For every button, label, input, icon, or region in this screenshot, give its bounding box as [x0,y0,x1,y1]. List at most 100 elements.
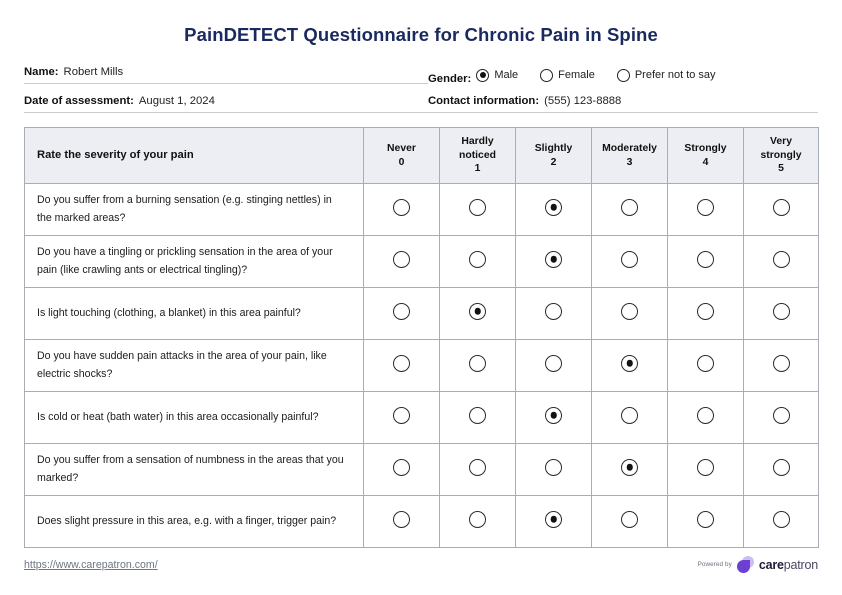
column-header-slightly: Slightly 2 [515,127,592,184]
rating-cell[interactable] [363,339,440,392]
rating-cell[interactable] [363,391,440,444]
rating-cell[interactable] [667,443,744,496]
radio-icon[interactable] [393,302,410,320]
rating-cell[interactable] [515,391,592,444]
rating-cell[interactable] [667,495,744,548]
rating-cell[interactable] [515,287,592,340]
rating-cell[interactable] [439,287,516,340]
rating-cell[interactable] [743,391,819,444]
rating-cell[interactable] [439,391,516,444]
radio-icon[interactable] [697,458,714,476]
radio-icon[interactable] [772,510,790,528]
date-of-assessment-field[interactable]: Date of assessment: August 1, 2024 [24,95,428,113]
radio-icon[interactable] [621,510,638,528]
radio-icon[interactable] [772,354,790,372]
radio-icon[interactable] [545,354,562,372]
rating-cell[interactable] [667,339,744,392]
gender-option-prefer-not-to-say[interactable]: Prefer not to say [616,68,716,82]
radio-icon-selected[interactable] [545,510,562,528]
name-field[interactable]: Name: Robert Mills [24,66,428,84]
radio-icon[interactable] [697,406,714,424]
radio-icon[interactable] [393,510,410,528]
rating-cell[interactable] [439,443,516,496]
rating-cell[interactable] [667,287,744,340]
radio-icon[interactable] [545,302,562,320]
radio-icon[interactable] [469,198,486,216]
rating-cell[interactable] [667,183,744,236]
radio-icon[interactable] [697,302,714,320]
rating-cell[interactable] [515,443,592,496]
rating-cell[interactable] [591,391,668,444]
rating-cell[interactable] [363,235,440,288]
gender-option-male[interactable]: Male [476,68,519,82]
radio-icon[interactable] [697,354,714,372]
rating-cell[interactable] [743,183,819,236]
contact-information-field[interactable]: Contact information: (555) 123-8888 [428,95,818,113]
table-header-row: Rate the severity of your pain Never 0 H… [24,127,819,184]
radio-icon[interactable] [469,406,486,424]
rating-cell[interactable] [515,495,592,548]
gender-option-male-label: Male [494,69,519,81]
radio-icon-selected[interactable] [621,458,638,476]
radio-icon[interactable] [772,198,790,216]
radio-icon[interactable] [393,250,410,268]
gender-option-female[interactable]: Female [540,68,595,82]
rating-cell[interactable] [743,235,819,288]
radio-icon[interactable] [469,510,486,528]
radio-icon[interactable] [772,406,790,424]
rating-cell[interactable] [439,339,516,392]
rating-cell[interactable] [515,235,592,288]
rating-cell[interactable] [743,443,819,496]
radio-icon-selected[interactable] [545,198,562,216]
radio-icon-male[interactable] [476,68,490,82]
rating-cell[interactable] [363,183,440,236]
rating-cell[interactable] [591,183,668,236]
rating-cell[interactable] [591,495,668,548]
radio-icon-female[interactable] [540,68,554,82]
rating-cell[interactable] [439,235,516,288]
table-row: Is cold or heat (bath water) in this are… [24,391,819,444]
radio-icon[interactable] [621,198,638,216]
rating-cell[interactable] [363,443,440,496]
rating-cell[interactable] [667,391,744,444]
rating-cell[interactable] [667,235,744,288]
rating-cell[interactable] [439,183,516,236]
radio-icon-prefer-not-to-say[interactable] [616,68,630,82]
rating-cell[interactable] [591,287,668,340]
rating-cell[interactable] [363,495,440,548]
radio-icon[interactable] [393,198,410,216]
radio-icon[interactable] [469,250,486,268]
radio-icon-selected[interactable] [545,406,562,424]
radio-icon[interactable] [621,250,638,268]
radio-icon[interactable] [772,302,790,320]
radio-icon-selected[interactable] [469,302,486,320]
table-row: Do you suffer from a burning sensation (… [24,183,819,236]
radio-icon[interactable] [545,458,562,476]
rating-cell[interactable] [515,339,592,392]
radio-icon[interactable] [697,250,714,268]
radio-icon-selected[interactable] [545,250,562,268]
radio-icon-selected[interactable] [621,354,638,372]
rating-cell[interactable] [363,287,440,340]
rating-cell[interactable] [591,235,668,288]
rating-cell[interactable] [439,495,516,548]
radio-icon[interactable] [393,458,410,476]
rating-cell[interactable] [743,339,819,392]
radio-icon[interactable] [772,250,790,268]
rating-cell[interactable] [591,443,668,496]
radio-icon[interactable] [697,510,714,528]
radio-icon[interactable] [697,198,714,216]
radio-icon[interactable] [393,406,410,424]
radio-icon[interactable] [772,458,790,476]
radio-icon[interactable] [621,302,638,320]
radio-icon[interactable] [469,354,486,372]
rating-cell[interactable] [515,183,592,236]
rating-cell[interactable] [743,495,819,548]
carepatron-url-link[interactable]: https://www.carepatron.com/ [24,559,158,571]
rating-cell[interactable] [591,339,668,392]
rating-cell[interactable] [743,287,819,340]
radio-icon[interactable] [469,458,486,476]
question-text: Is cold or heat (bath water) in this are… [24,391,364,444]
radio-icon[interactable] [393,354,410,372]
radio-icon[interactable] [621,406,638,424]
